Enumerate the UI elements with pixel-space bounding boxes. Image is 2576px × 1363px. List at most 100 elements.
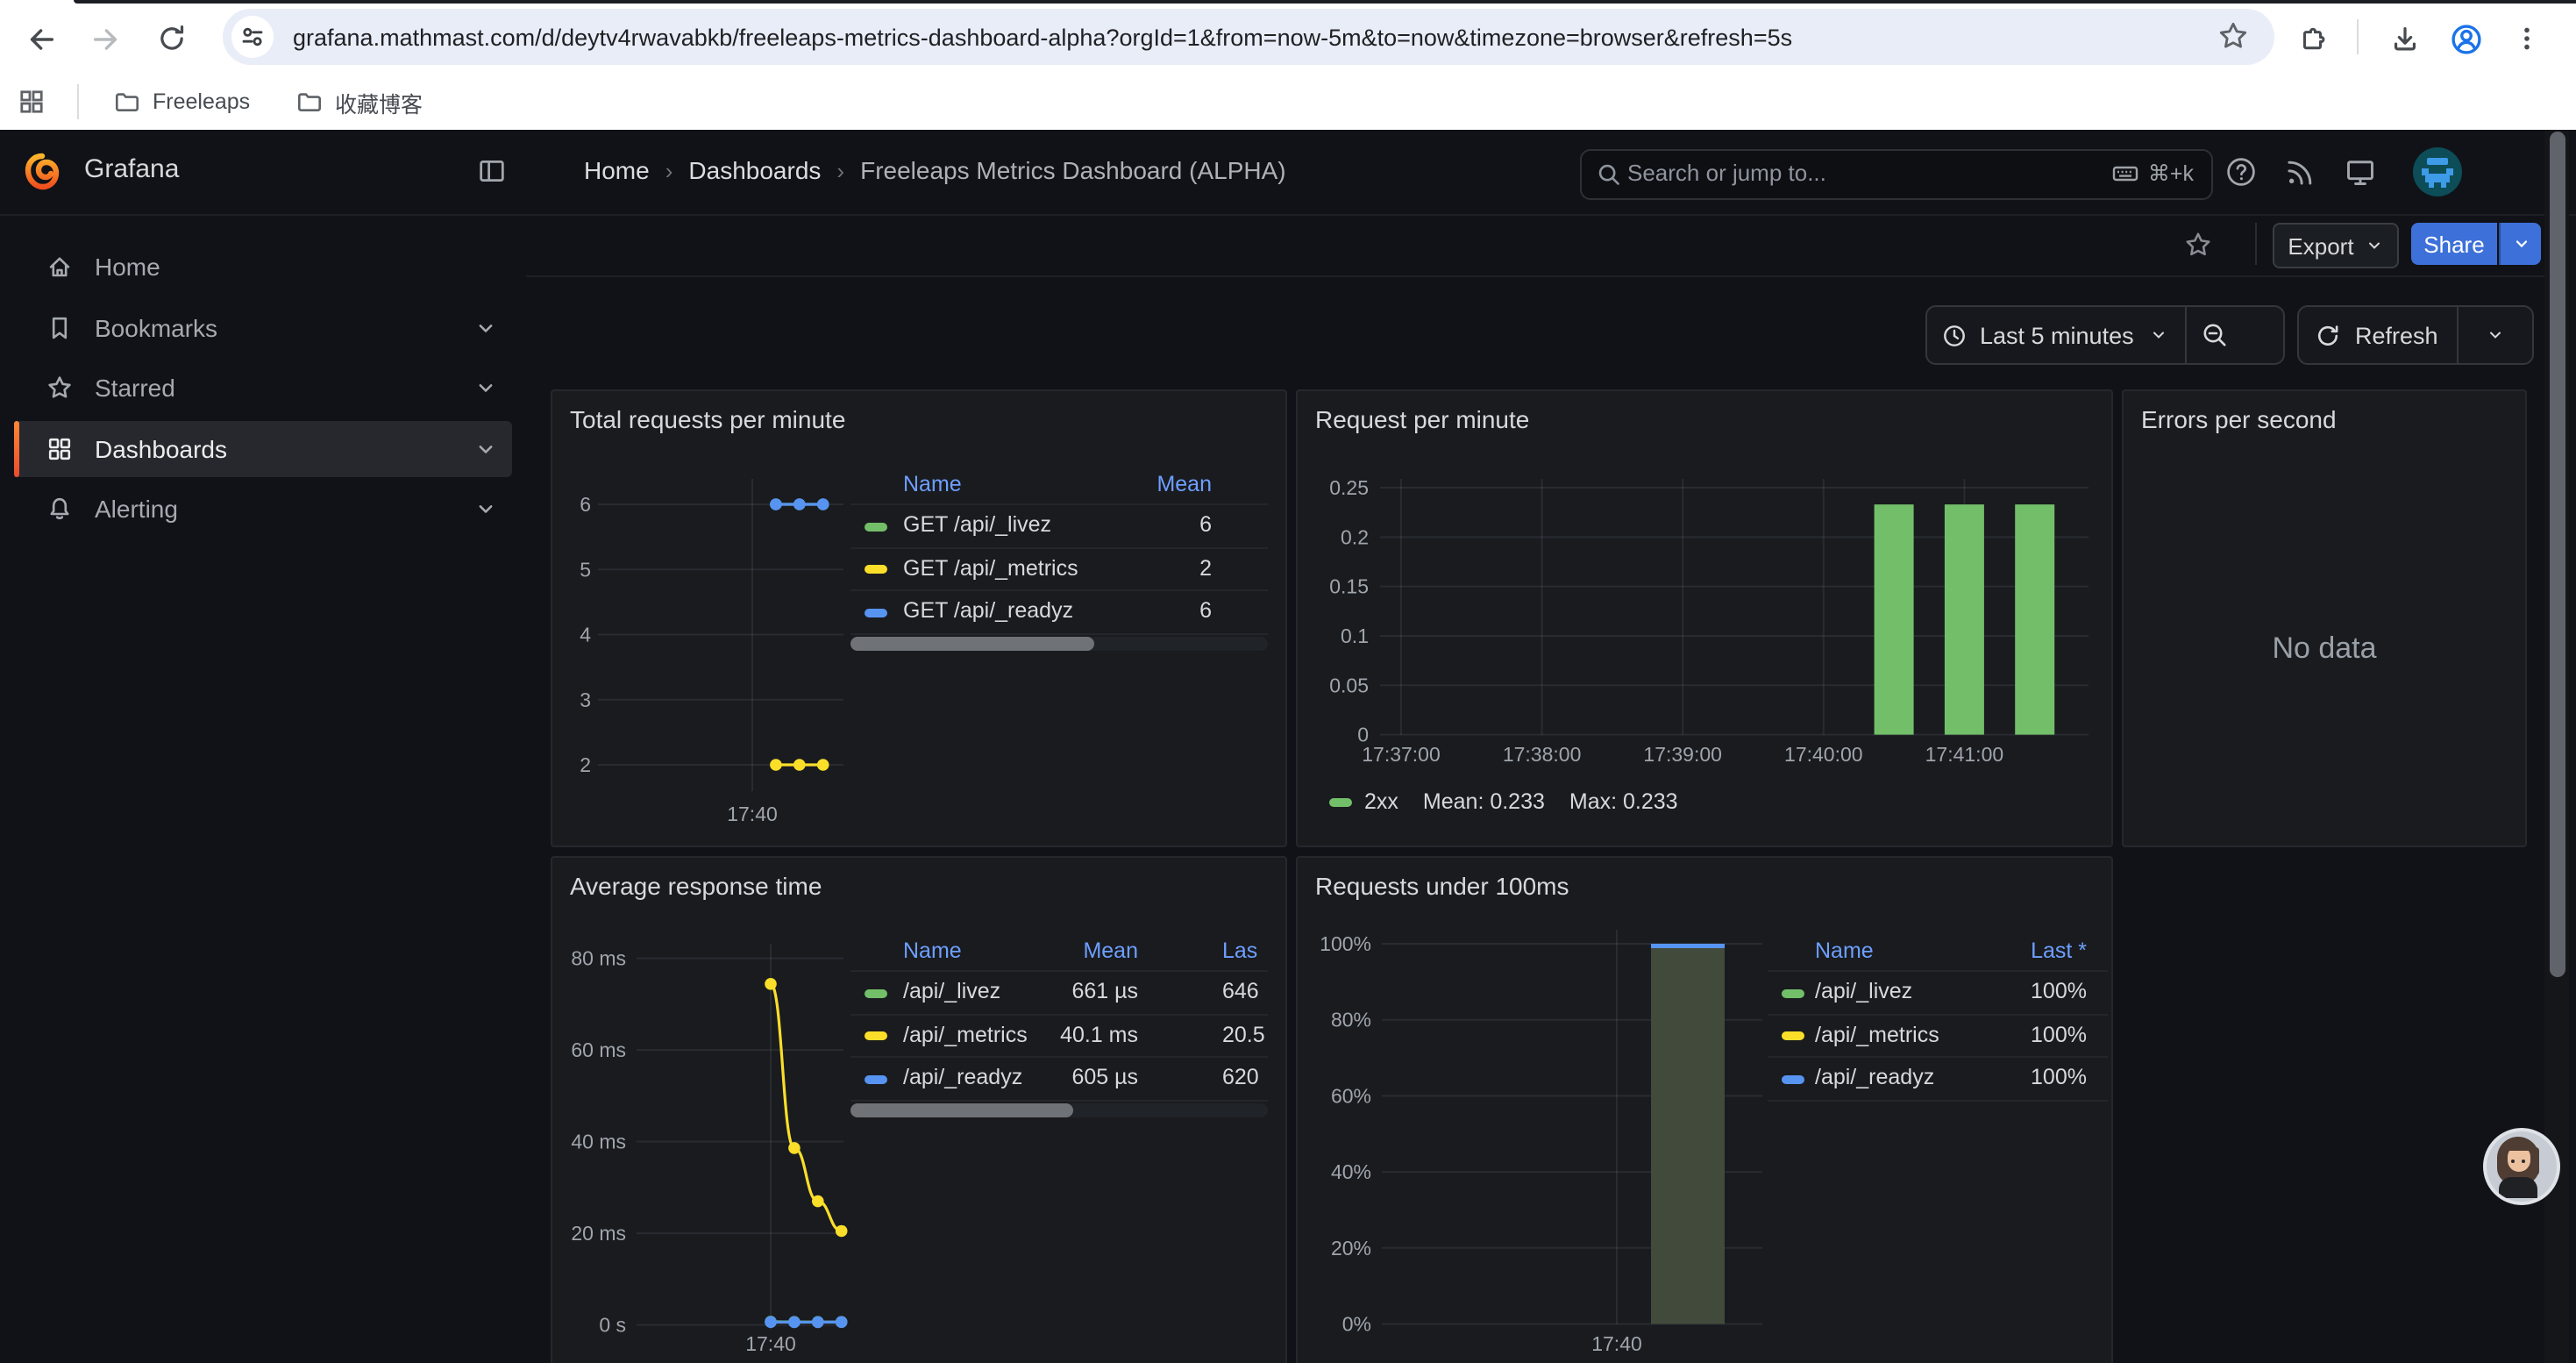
legend-header-name[interactable]: Name: [903, 931, 962, 970]
sidebar-item-alerting[interactable]: Alerting: [14, 481, 512, 537]
avatar-eye: [2522, 1159, 2525, 1163]
share-button[interactable]: Share: [2411, 223, 2497, 265]
toolbar-divider: [2255, 223, 2257, 265]
address-bar[interactable]: [223, 9, 2274, 65]
breadcrumb-separator: ›: [665, 157, 673, 183]
share-menu-button[interactable]: [2499, 223, 2541, 265]
legend-line: 2xx Mean: 0.233 Max: 0.233: [1329, 789, 1678, 814]
legend-series-name[interactable]: /api/_metrics: [903, 1015, 1028, 1056]
sidebar-item-label: Bookmarks: [95, 313, 217, 341]
legend-series-name[interactable]: GET /api/_readyz: [903, 591, 1073, 632]
back-button[interactable]: [16, 14, 65, 63]
sidebar-item-expand[interactable]: [473, 375, 498, 400]
url-input[interactable]: [293, 9, 2204, 65]
sidebar-item-starred[interactable]: Starred: [14, 360, 512, 416]
legend-value-last: 20.5 r: [1222, 1015, 1268, 1056]
site-settings-icon: [240, 25, 265, 49]
breadcrumb-dashboards[interactable]: Dashboards: [688, 156, 821, 184]
legend-series-name[interactable]: GET /api/_livez: [903, 505, 1051, 546]
forward-button[interactable]: [81, 14, 130, 63]
legend-series-name[interactable]: /api/_livez: [1815, 972, 1912, 1013]
header-divider: [526, 275, 2544, 277]
dock-menu-button[interactable]: [477, 156, 507, 186]
refresh-label[interactable]: Refresh: [2355, 322, 2438, 348]
legend-end-divider: [1768, 1099, 2108, 1101]
legend-series-name[interactable]: /api/_readyz: [903, 1058, 1022, 1099]
legend-header-last[interactable]: Las: [1222, 931, 1268, 970]
search-input[interactable]: [1627, 151, 2031, 195]
refresh-button[interactable]: [2299, 322, 2355, 348]
legend-container: NameMeanLas/api/_livez661 µs646/api/_met…: [850, 931, 1268, 1101]
sidebar-item-expand[interactable]: [473, 496, 498, 521]
star-icon: [2183, 230, 2213, 260]
downloads-button[interactable]: [2380, 14, 2429, 63]
time-picker-button[interactable]: [1927, 322, 1980, 348]
legend-series-name[interactable]: /api/_livez: [903, 972, 1000, 1013]
collapse-sidebar-icon: [477, 156, 507, 186]
legend-scrollbar-thumb[interactable]: [850, 636, 1094, 650]
reload-button[interactable]: [147, 14, 196, 63]
request-per-minute-chart: 0.250.20.150.10.05017:37:0017:38:0017:39…: [1298, 391, 2111, 846]
bookmark-folder-blogs[interactable]: 收藏博客: [281, 81, 437, 123]
legend-row: /api/_metrics 100%: [1768, 1013, 2108, 1056]
export-button[interactable]: Export: [2273, 223, 2399, 268]
panel-average-response-time: Average response time 80 ms60 ms40 ms20 …: [551, 856, 1287, 1363]
search-box[interactable]: ⌘+k: [1580, 149, 2213, 200]
browser-menu-button[interactable]: [2502, 14, 2551, 63]
reload-icon: [156, 23, 188, 54]
favorite-dashboard-button[interactable]: [2183, 230, 2213, 260]
bookmarks-divider: [77, 84, 79, 119]
sidebar-item-label: Dashboards: [95, 434, 227, 462]
apps-grid-button[interactable]: [18, 88, 46, 125]
sidebar-item-home[interactable]: Home: [14, 239, 512, 295]
sidebar-item-expand[interactable]: [473, 436, 498, 460]
legend-value-last: 100%: [2031, 1015, 2087, 1056]
legend-header-last[interactable]: Last *: [2031, 931, 2087, 970]
svg-text:17:40: 17:40: [727, 803, 778, 825]
zoom-out-time-button[interactable]: [2187, 321, 2245, 349]
svg-text:17:38:00: 17:38:00: [1503, 743, 1582, 766]
apps-grid-icon: [18, 88, 46, 116]
legend-series-name[interactable]: /api/_readyz: [1815, 1058, 1934, 1099]
sidebar-item-bookmarks[interactable]: Bookmarks: [14, 299, 512, 355]
panel-title[interactable]: Errors per second: [2141, 405, 2337, 433]
breadcrumb-home[interactable]: Home: [584, 156, 650, 184]
assistant-avatar[interactable]: [2483, 1128, 2560, 1205]
legend-header-name[interactable]: Name: [903, 465, 962, 503]
profile-button[interactable]: [2441, 14, 2490, 63]
site-info-button[interactable]: [231, 16, 274, 58]
svg-text:17:40: 17:40: [1591, 1332, 1642, 1355]
puzzle-icon: [2295, 22, 2328, 55]
forward-icon: [89, 22, 122, 55]
zoom-out-icon: [2202, 321, 2230, 349]
grafana-header: Grafana Home › Dashboards › Freeleaps Me…: [0, 130, 2576, 216]
display-button[interactable]: [2345, 156, 2376, 188]
page-scrollbar-thumb[interactable]: [2549, 132, 2565, 977]
sidebar-item-label: Starred: [95, 374, 175, 402]
legend-series-2xx[interactable]: 2xx: [1329, 789, 1398, 814]
svg-text:6: 6: [580, 493, 591, 516]
news-button[interactable]: [2285, 156, 2316, 188]
legend-series-name[interactable]: /api/_metrics: [1815, 1015, 1939, 1056]
bookmarks-bar: Freeleaps 收藏博客: [0, 74, 2576, 130]
legend-header-mean[interactable]: Mean: [1083, 931, 1138, 970]
time-range-label[interactable]: Last 5 minutes: [1980, 322, 2134, 348]
legend-header-name[interactable]: Name: [1815, 931, 1874, 970]
series-swatch: [865, 1031, 887, 1040]
user-avatar[interactable]: [2413, 147, 2462, 196]
rss-icon: [2285, 156, 2316, 188]
legend-header-mean[interactable]: Mean: [1156, 465, 1212, 503]
sidebar-item-expand[interactable]: [473, 315, 498, 339]
svg-text:17:40:00: 17:40:00: [1784, 743, 1863, 766]
legend-series-name[interactable]: GET /api/_metrics: [903, 548, 1078, 589]
legend-scrollbar-thumb[interactable]: [850, 1103, 1073, 1117]
sidebar-item-dashboards[interactable]: Dashboards: [14, 420, 512, 476]
breadcrumb-separator: ›: [836, 157, 844, 183]
grafana-logo[interactable]: [21, 151, 63, 202]
help-button[interactable]: [2225, 156, 2257, 188]
bookmark-folder-freeleaps[interactable]: Freeleaps: [98, 81, 264, 123]
extensions-button[interactable]: [2287, 14, 2336, 63]
bookmark-star-button[interactable]: [2217, 19, 2250, 61]
window-top-edge: [74, 0, 2576, 4]
refresh-interval-button[interactable]: [2459, 326, 2532, 344]
